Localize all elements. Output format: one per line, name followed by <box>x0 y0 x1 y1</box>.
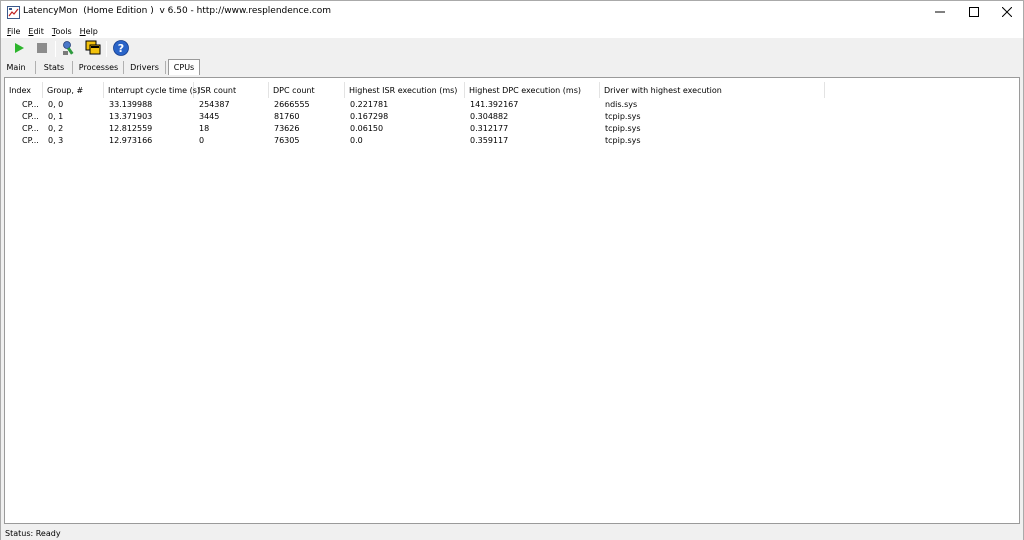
column-header-interrupt-cycle-time[interactable]: Interrupt cycle time (s) <box>104 82 200 98</box>
column-header-highest-dpc[interactable]: Highest DPC execution (ms) <box>465 82 600 98</box>
menu-edit[interactable]: Edit <box>28 27 44 36</box>
cell-index: CP... <box>22 124 39 133</box>
column-header-index[interactable]: Index <box>5 82 43 98</box>
help-button[interactable]: ? <box>112 40 130 58</box>
toolbar-separator <box>55 41 56 57</box>
window-title: LatencyMon (Home Edition ) v 6.50 - http… <box>23 6 332 16</box>
column-header-highest-isr[interactable]: Highest ISR execution (ms) <box>345 82 465 98</box>
menu-edit-label: dit <box>33 26 44 36</box>
cell-driver: tcpip.sys <box>605 112 641 121</box>
table-row[interactable]: CP... 0, 2 12.812559 18 73626 0.06150 0.… <box>5 123 1019 135</box>
cell-interrupt-cycle-time: 12.812559 <box>109 124 153 133</box>
stop-icon <box>37 43 47 55</box>
cell-interrupt-cycle-time: 33.139988 <box>109 100 153 109</box>
minimize-icon <box>935 7 945 19</box>
status-bar: Status: Ready <box>1 526 1023 540</box>
table-row[interactable]: CP... 0, 3 12.973166 0 76305 0.0 0.35911… <box>5 135 1019 147</box>
menu-help-label: elp <box>85 26 98 36</box>
cell-interrupt-cycle-time: 13.371903 <box>109 112 153 121</box>
cell-driver: ndis.sys <box>605 100 638 109</box>
tab-strip: Main Stats Processes Drivers CPUs <box>1 59 1023 76</box>
cell-dpc-count: 76305 <box>274 136 300 145</box>
tab-cpus[interactable]: CPUs <box>168 59 200 75</box>
tab-separator <box>165 61 166 74</box>
column-header-dpc-count[interactable]: DPC count <box>269 82 345 98</box>
column-header-isr-count[interactable]: ISR count <box>194 82 269 98</box>
cpu-list[interactable]: Index Group, # Interrupt cycle time (s) … <box>4 77 1020 524</box>
tab-drivers[interactable]: Drivers <box>128 60 161 75</box>
play-icon <box>13 42 25 56</box>
cell-isr-count: 18 <box>199 124 210 133</box>
table-row[interactable]: CP... 0, 0 33.139988 254387 2666555 0.22… <box>5 99 1019 111</box>
cell-isr-count: 254387 <box>199 100 230 109</box>
start-button[interactable] <box>10 40 28 58</box>
cell-highest-isr: 0.06150 <box>350 124 384 133</box>
column-header-driver[interactable]: Driver with highest execution <box>600 82 825 98</box>
tab-separator <box>72 61 73 74</box>
wrench-icon <box>61 40 77 58</box>
menu-file-label: ile <box>11 26 21 36</box>
cell-group: 0, 3 <box>48 136 64 145</box>
windows-button[interactable] <box>84 40 102 58</box>
cell-driver: tcpip.sys <box>605 124 641 133</box>
cell-index: CP... <box>22 100 39 109</box>
tab-main[interactable]: Main <box>4 60 28 75</box>
cell-highest-isr: 0.0 <box>350 136 363 145</box>
status-text: Status: Ready <box>5 528 61 538</box>
toolbar: ? <box>1 38 1023 60</box>
table-row[interactable]: CP... 0, 1 13.371903 3445 81760 0.167298… <box>5 111 1019 123</box>
cell-driver: tcpip.sys <box>605 136 641 145</box>
svg-text:?: ? <box>118 42 124 55</box>
cell-highest-dpc: 0.312177 <box>470 124 509 133</box>
cell-dpc-count: 2666555 <box>274 100 310 109</box>
tools-button[interactable] <box>60 40 78 58</box>
menu-help[interactable]: Help <box>80 27 98 36</box>
tab-separator <box>123 61 124 74</box>
column-header-group[interactable]: Group, # <box>43 82 104 98</box>
cell-dpc-count: 81760 <box>274 112 300 121</box>
cell-isr-count: 3445 <box>199 112 220 121</box>
cell-highest-isr: 0.221781 <box>350 100 389 109</box>
cell-isr-count: 0 <box>199 136 205 145</box>
cell-highest-dpc: 141.392167 <box>470 100 519 109</box>
menu-file[interactable]: File <box>7 27 20 36</box>
cell-group: 0, 1 <box>48 112 64 121</box>
menu-tools-label: ools <box>55 26 72 36</box>
cell-index: CP... <box>22 136 39 145</box>
cell-highest-dpc: 0.359117 <box>470 136 509 145</box>
title-bar[interactable]: LatencyMon (Home Edition ) v 6.50 - http… <box>1 1 1023 24</box>
cell-dpc-count: 73626 <box>274 124 300 133</box>
tab-processes[interactable]: Processes <box>77 60 120 75</box>
close-button[interactable] <box>990 1 1024 24</box>
help-icon: ? <box>113 40 129 58</box>
minimize-button[interactable] <box>923 1 957 24</box>
cell-group: 0, 0 <box>48 100 64 109</box>
tab-separator <box>35 61 36 74</box>
tab-stats[interactable]: Stats <box>40 60 68 75</box>
cell-group: 0, 2 <box>48 124 64 133</box>
maximize-icon <box>969 6 979 19</box>
cell-highest-dpc: 0.304882 <box>470 112 509 121</box>
app-icon <box>7 6 20 19</box>
cell-index: CP... <box>22 112 39 121</box>
cell-interrupt-cycle-time: 12.973166 <box>109 136 153 145</box>
menu-bar: File Edit Tools Help <box>1 24 1023 38</box>
stop-button[interactable] <box>33 40 51 58</box>
cell-highest-isr: 0.167298 <box>350 112 389 121</box>
close-icon <box>1001 6 1013 19</box>
maximize-button[interactable] <box>957 1 991 24</box>
menu-tools[interactable]: Tools <box>52 27 72 36</box>
windows-icon <box>85 40 101 58</box>
toolbar-separator <box>106 41 107 57</box>
app-window: LatencyMon (Home Edition ) v 6.50 - http… <box>0 0 1024 540</box>
